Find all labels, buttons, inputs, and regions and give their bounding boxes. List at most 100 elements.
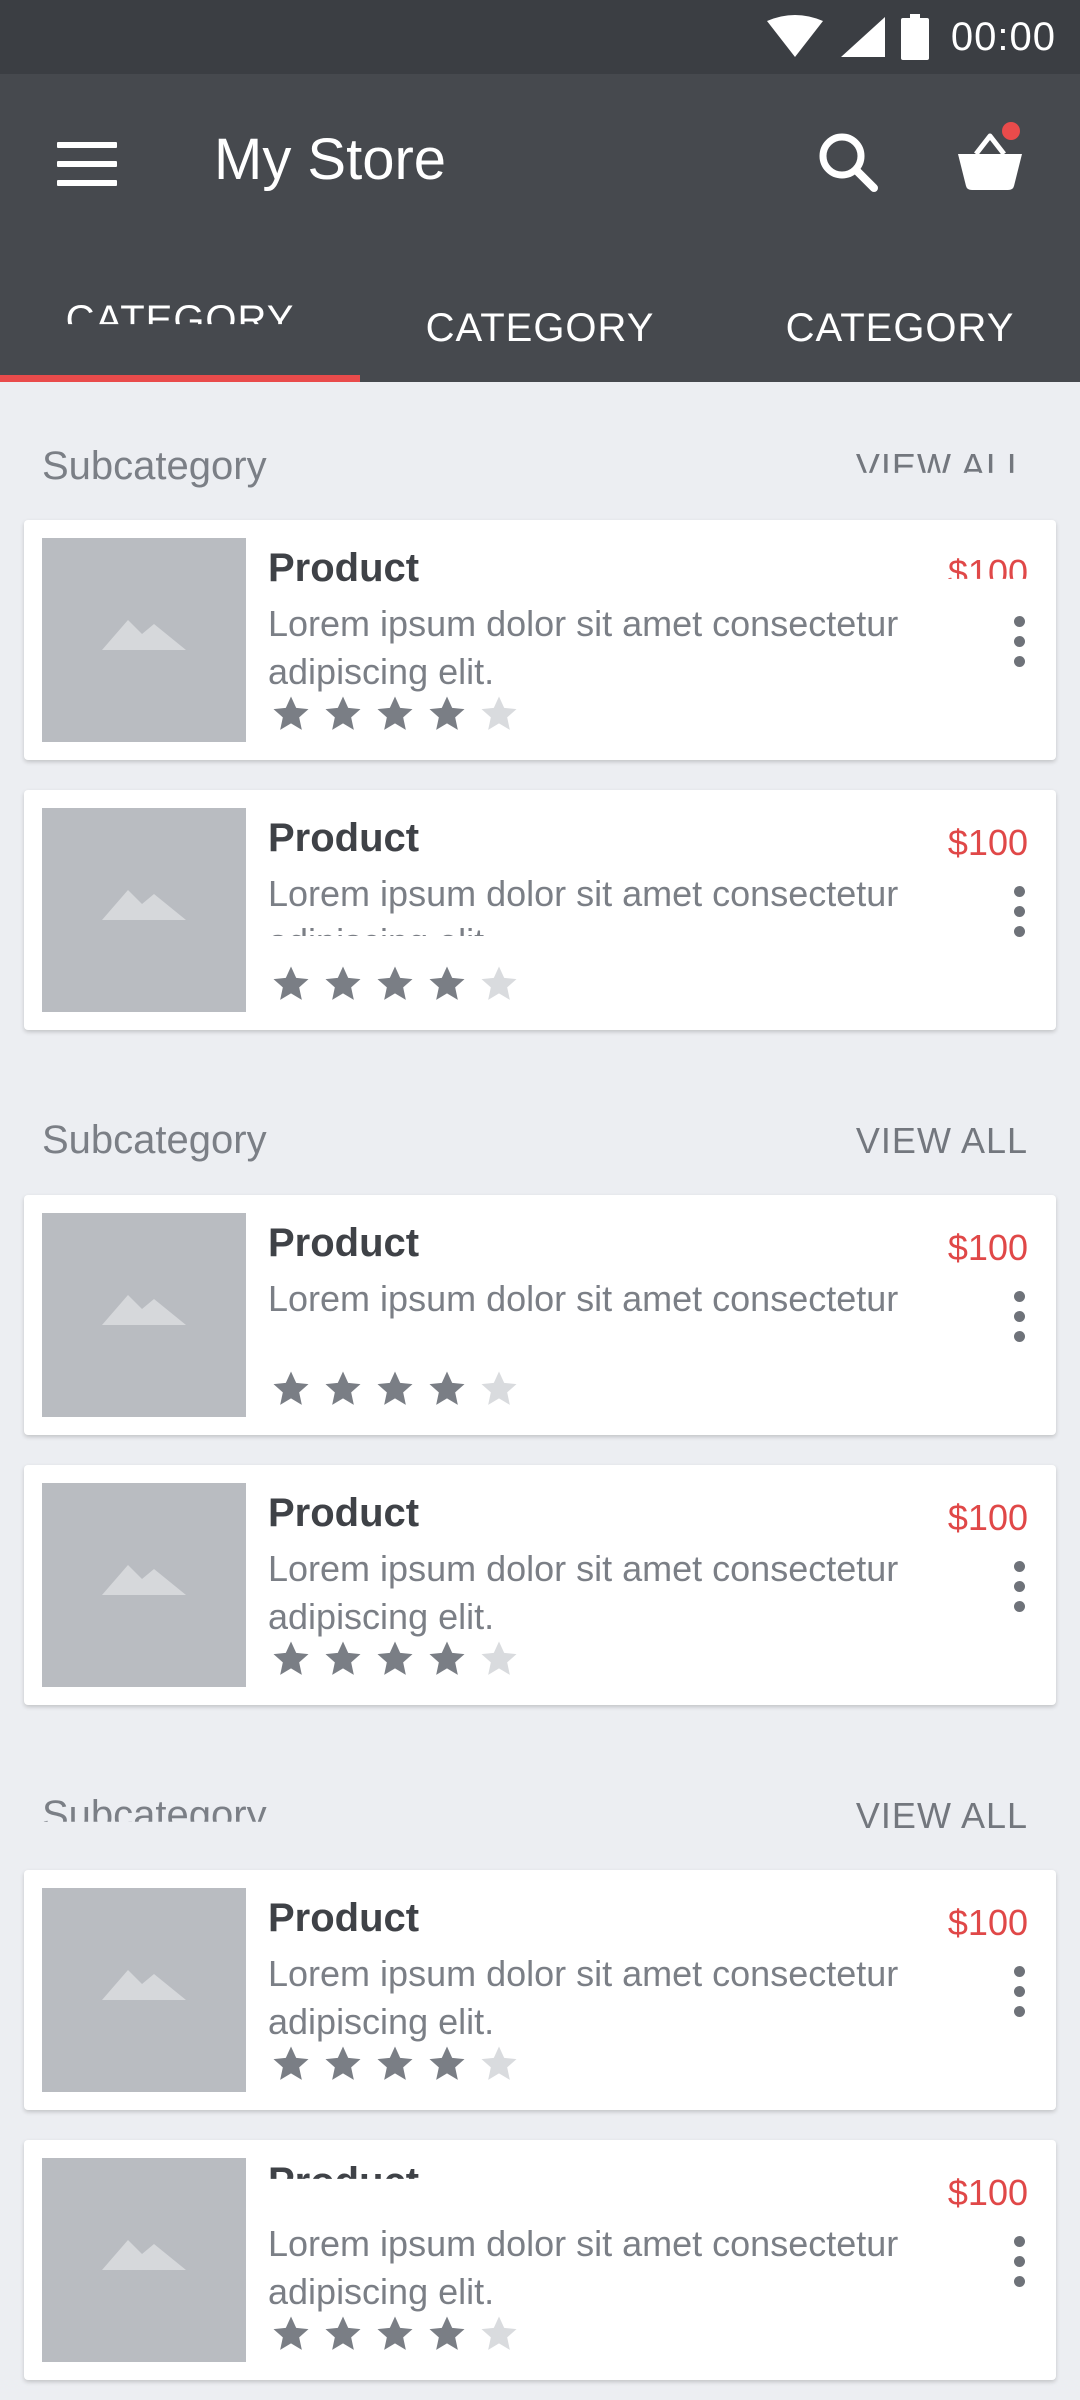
rating-stars <box>270 2314 520 2354</box>
product-card[interactable]: Product Lorem ipsum dolor sit amet conse… <box>24 1870 1056 2110</box>
section-header: Subcategory VIEW ALL <box>42 436 1038 496</box>
product-card[interactable]: Product Lorem ipsum dolor sit amet conse… <box>24 1195 1056 1435</box>
product-card[interactable]: Product Lorem ipsum dolor sit amet conse… <box>24 1465 1056 1705</box>
star-filled-icon <box>325 2316 361 2350</box>
cart-button[interactable] <box>950 120 1030 200</box>
image-placeholder-icon <box>102 1295 186 1325</box>
search-button[interactable] <box>812 126 884 198</box>
product-price: $100 <box>947 1227 1028 1268</box>
section-title: Subcategory <box>42 1793 267 1837</box>
rating-stars <box>270 2044 520 2084</box>
status-icons: 00:00 <box>766 0 1056 74</box>
menu-icon-bar <box>57 180 117 186</box>
star-filled-icon <box>377 2046 413 2080</box>
more-dot <box>1014 2256 1025 2267</box>
more-dot <box>1014 1581 1025 1592</box>
more-vert-icon <box>1014 1291 1025 1302</box>
more-dot <box>1014 926 1025 937</box>
product-card[interactable]: Product Lorem ipsum dolor sit amet conse… <box>24 520 1056 760</box>
star-filled-icon <box>273 2046 309 2080</box>
star-filled-icon <box>273 1371 309 1405</box>
star-filled-icon <box>325 1371 361 1405</box>
product-image <box>42 808 246 1012</box>
tab-category-1[interactable]: CATEGORY <box>0 282 360 382</box>
section-header: Subcategory VIEW ALL <box>42 1785 1038 1845</box>
menu-icon <box>57 142 117 148</box>
star-filled-icon <box>429 2046 465 2080</box>
more-options-button[interactable] <box>1012 1291 1028 1343</box>
more-dot <box>1014 1601 1025 1612</box>
product-name: Product <box>268 1491 420 1535</box>
more-dot <box>1014 656 1025 667</box>
star-filled-icon <box>377 1641 413 1675</box>
more-vert-icon <box>1014 886 1025 897</box>
star-filled-icon <box>273 1641 309 1675</box>
product-name: Product <box>268 546 420 590</box>
menu-icon-bar <box>57 161 117 167</box>
tab-selected-indicator <box>0 375 360 382</box>
product-name: Product <box>268 2160 420 2204</box>
product-price: $100 <box>947 1902 1028 1943</box>
star-filled-icon <box>273 2316 309 2350</box>
product-name: Product <box>268 816 420 860</box>
view-all-link[interactable]: VIEW ALL <box>856 1795 1028 1837</box>
product-price: $100 <box>947 2172 1028 2213</box>
more-options-button[interactable] <box>1012 1561 1028 1613</box>
product-price: $100 <box>947 822 1028 863</box>
more-vert-icon <box>1014 616 1025 627</box>
image-placeholder-icon <box>102 620 186 650</box>
star-filled-icon <box>377 2316 413 2350</box>
more-dot <box>1014 1331 1025 1342</box>
product-card[interactable]: Product Lorem ipsum dolor sit amet conse… <box>24 790 1056 1030</box>
star-empty-icon <box>481 2046 517 2080</box>
view-all-link[interactable]: VIEW ALL <box>856 1120 1028 1162</box>
image-placeholder-icon <box>102 1970 186 2000</box>
rating-stars <box>270 964 520 1004</box>
more-options-button[interactable] <box>1012 2236 1028 2288</box>
star-filled-icon <box>377 696 413 730</box>
status-bar: 00:00 <box>0 0 1080 74</box>
image-placeholder-icon <box>102 890 186 920</box>
star-filled-icon <box>273 696 309 730</box>
image-placeholder-icon <box>102 2240 186 2270</box>
more-dot <box>1014 2276 1025 2287</box>
page-title: My Store <box>214 127 447 192</box>
tab-label: CATEGORY <box>65 298 295 342</box>
product-description: Lorem ipsum dolor sit amet consectetur <box>268 1278 899 1319</box>
view-all-link[interactable]: VIEW ALL <box>856 446 1028 473</box>
signal-icon <box>840 17 885 57</box>
star-filled-icon <box>325 2046 361 2080</box>
rating-stars <box>270 1369 520 1409</box>
star-filled-icon <box>273 966 309 1000</box>
product-description: Lorem ipsum dolor sit amet consectetur a… <box>268 2223 899 2312</box>
product-price: $100 <box>947 1497 1028 1538</box>
product-price: $100 <box>947 552 1028 593</box>
star-filled-icon <box>429 1371 465 1405</box>
star-filled-icon <box>429 696 465 730</box>
rating-stars <box>270 694 520 734</box>
tab-label: CATEGORY <box>425 306 655 350</box>
more-options-button[interactable] <box>1012 1966 1028 2018</box>
star-filled-icon <box>377 1371 413 1405</box>
more-options-button[interactable] <box>1012 616 1028 668</box>
more-dot <box>1014 1311 1025 1322</box>
star-filled-icon <box>325 1641 361 1675</box>
star-empty-icon <box>481 1641 517 1675</box>
more-options-button[interactable] <box>1012 886 1028 938</box>
product-card[interactable]: Product Lorem ipsum dolor sit amet conse… <box>24 2140 1056 2380</box>
product-image <box>42 538 246 742</box>
tab-label: CATEGORY <box>785 306 1015 350</box>
section-title: Subcategory <box>42 444 267 488</box>
category-tabs: CATEGORY CATEGORY CATEGORY <box>0 282 1080 382</box>
star-empty-icon <box>481 2316 517 2350</box>
product-image <box>42 1213 246 1417</box>
tab-category-3[interactable]: CATEGORY <box>720 282 1080 382</box>
star-empty-icon <box>481 966 517 1000</box>
tab-category-2[interactable]: CATEGORY <box>360 282 720 382</box>
product-image <box>42 1483 246 1687</box>
wifi-icon <box>766 15 823 57</box>
star-empty-icon <box>481 1371 517 1405</box>
menu-button[interactable] <box>52 130 122 200</box>
more-dot <box>1014 636 1025 647</box>
cart-notification-dot <box>1002 122 1020 140</box>
